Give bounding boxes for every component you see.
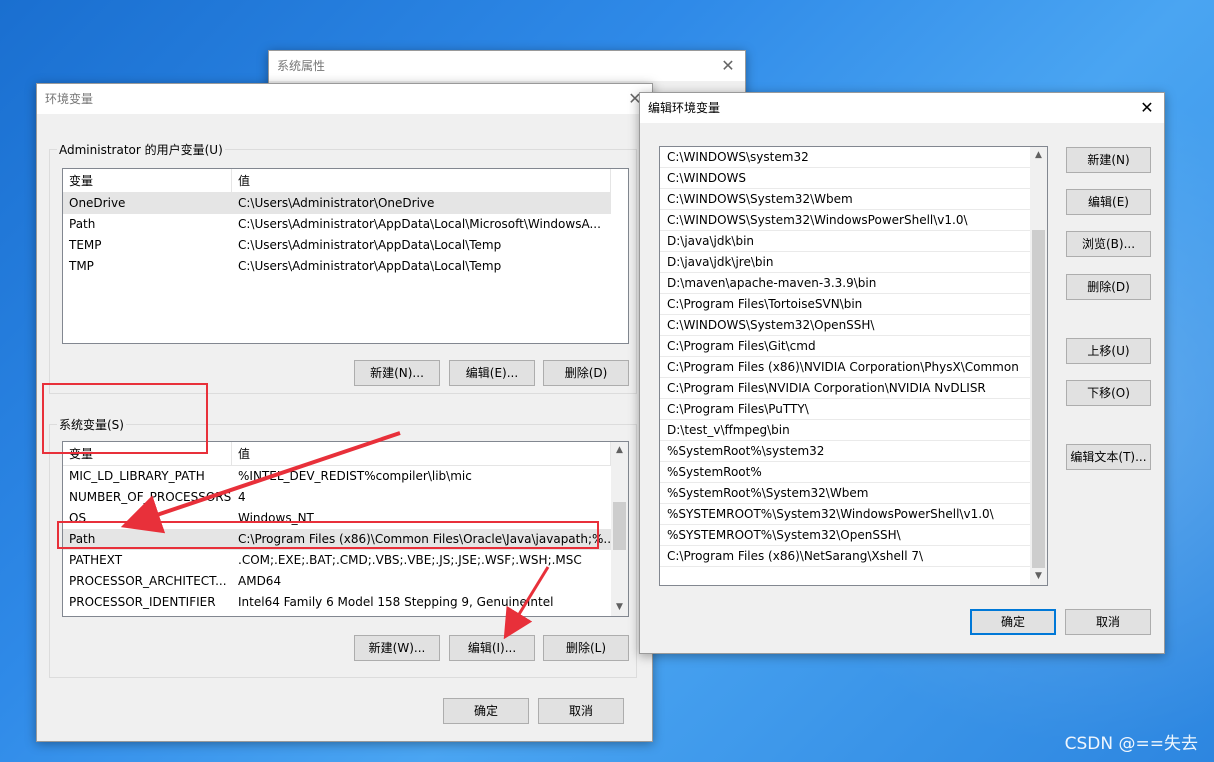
ok-button[interactable]: 确定: [970, 609, 1056, 635]
annotation-highlight-system-vars-label: [42, 383, 208, 454]
list-item[interactable]: %SystemRoot%\system32: [660, 441, 1032, 462]
list-item[interactable]: C:\WINDOWS: [660, 168, 1032, 189]
table-row[interactable]: PROCESSOR_IDENTIFIER Intel64 Family 6 Mo…: [63, 592, 611, 613]
list-item[interactable]: D:\java\jdk\bin: [660, 231, 1032, 252]
list-item[interactable]: D:\maven\apache-maven-3.3.9\bin: [660, 273, 1032, 294]
column-header-value[interactable]: 值: [232, 442, 611, 466]
user-delete-button[interactable]: 删除(D): [543, 360, 629, 386]
scroll-down-icon[interactable]: ▼: [1030, 568, 1047, 585]
cancel-button[interactable]: 取消: [538, 698, 624, 724]
vertical-scrollbar[interactable]: ▲ ▼: [1030, 147, 1047, 585]
list-item[interactable]: D:\java\jdk\jre\bin: [660, 252, 1032, 273]
path-entries-list[interactable]: C:\Program Files (x86)\NetSarang\Xshell …: [659, 146, 1048, 586]
var-name: PROCESSOR_ARCHITECT...: [69, 574, 227, 588]
list-item[interactable]: %SYSTEMROOT%\System32\WindowsPowerShell\…: [660, 504, 1032, 525]
list-item[interactable]: C:\WINDOWS\system32: [660, 147, 1032, 168]
list-header: 变量 值: [63, 169, 611, 193]
var-name: OneDrive: [69, 196, 126, 210]
var-value: .COM;.EXE;.BAT;.CMD;.VBS;.VBE;.JS;.JSE;.…: [238, 553, 582, 567]
delete-button[interactable]: 删除(D): [1066, 274, 1151, 300]
vertical-scrollbar[interactable]: ▲ ▼: [611, 442, 628, 616]
user-new-button[interactable]: 新建(N)...: [354, 360, 440, 386]
edit-text-button[interactable]: 编辑文本(T)...: [1066, 444, 1151, 470]
user-variables-list[interactable]: 变量 值 OneDrive C:\Users\Administrator\One…: [62, 168, 629, 344]
cancel-button[interactable]: 取消: [1065, 609, 1151, 635]
close-icon[interactable]: ✕: [1130, 93, 1164, 123]
var-value: C:\Users\Administrator\AppData\Local\Mic…: [238, 217, 601, 231]
edit-button[interactable]: 编辑(E): [1066, 189, 1151, 215]
browse-button[interactable]: 浏览(B)...: [1066, 231, 1151, 257]
system-delete-button[interactable]: 删除(L): [543, 635, 629, 661]
var-name: PROCESSOR_IDENTIFIER: [69, 595, 216, 609]
list-item[interactable]: C:\WINDOWS\System32\Wbem: [660, 189, 1032, 210]
scroll-down-icon[interactable]: ▼: [611, 599, 628, 616]
var-value: C:\Users\Administrator\AppData\Local\Tem…: [238, 259, 502, 273]
var-value: C:\Users\Administrator\OneDrive: [238, 196, 435, 210]
table-row[interactable]: NUMBER_OF_PROCESSORS 4: [63, 487, 611, 508]
window-title: 编辑环境变量: [640, 93, 1164, 123]
scroll-thumb[interactable]: [1032, 230, 1045, 568]
scroll-up-icon[interactable]: ▲: [611, 442, 628, 459]
scroll-thumb[interactable]: [613, 502, 626, 550]
system-edit-button[interactable]: 编辑(I)...: [449, 635, 535, 661]
var-name: TEMP: [69, 238, 102, 252]
list-item[interactable]: D:\test_v\ffmpeg\bin: [660, 420, 1032, 441]
table-row[interactable]: PROCESSOR_ARCHITECT... AMD64: [63, 571, 611, 592]
watermark: CSDN @==失去: [1064, 734, 1198, 754]
list-item[interactable]: C:\Program Files (x86)\NetSarang\Xshell …: [660, 546, 1032, 567]
list-item[interactable]: %SystemRoot%: [660, 462, 1032, 483]
column-header-variable[interactable]: 变量: [63, 169, 232, 193]
move-up-button[interactable]: 上移(U): [1066, 338, 1151, 364]
user-edit-button[interactable]: 编辑(E)...: [449, 360, 535, 386]
var-name: Path: [69, 217, 96, 231]
var-name: MIC_LD_LIBRARY_PATH: [69, 469, 205, 483]
var-name: TMP: [69, 259, 94, 273]
var-name: PATHEXT: [69, 553, 123, 567]
window-title: 环境变量: [37, 84, 652, 114]
table-row[interactable]: Path C:\Users\Administrator\AppData\Loca…: [63, 214, 611, 235]
list-item[interactable]: C:\Program Files\PuTTY\: [660, 399, 1032, 420]
move-down-button[interactable]: 下移(O): [1066, 380, 1151, 406]
table-row[interactable]: TEMP C:\Users\Administrator\AppData\Loca…: [63, 235, 611, 256]
list-item[interactable]: C:\WINDOWS\System32\WindowsPowerShell\v1…: [660, 210, 1032, 231]
window-title: 系统属性: [269, 51, 745, 81]
list-item[interactable]: C:\Program Files (x86)\NVIDIA Corporatio…: [660, 357, 1032, 378]
table-row[interactable]: OneDrive C:\Users\Administrator\OneDrive: [63, 193, 611, 214]
annotation-highlight-path-row: [57, 521, 599, 549]
close-icon[interactable]: ✕: [711, 51, 745, 81]
edit-environment-variable-window: 编辑环境变量 ✕ C:\Program Files (x86)\NetSaran…: [639, 92, 1165, 654]
new-button[interactable]: 新建(N): [1066, 147, 1151, 173]
list-item[interactable]: %SYSTEMROOT%\System32\OpenSSH\: [660, 525, 1032, 546]
var-value: AMD64: [238, 574, 282, 588]
var-name: NUMBER_OF_PROCESSORS: [69, 490, 232, 504]
var-value: 4: [238, 490, 246, 504]
table-row[interactable]: PATHEXT .COM;.EXE;.BAT;.CMD;.VBS;.VBE;.J…: [63, 550, 611, 571]
table-row[interactable]: TMP C:\Users\Administrator\AppData\Local…: [63, 256, 611, 277]
var-value: C:\Users\Administrator\AppData\Local\Tem…: [238, 238, 502, 252]
scroll-up-icon[interactable]: ▲: [1030, 147, 1047, 164]
list-item[interactable]: %SystemRoot%\System32\Wbem: [660, 483, 1032, 504]
user-variables-label: Administrator 的用户变量(U): [57, 141, 225, 158]
var-value: Intel64 Family 6 Model 158 Stepping 9, G…: [238, 595, 554, 609]
column-header-value[interactable]: 值: [232, 169, 611, 193]
list-item[interactable]: C:\Program Files\TortoiseSVN\bin: [660, 294, 1032, 315]
system-new-button[interactable]: 新建(W)...: [354, 635, 440, 661]
list-item[interactable]: C:\Program Files\NVIDIA Corporation\NVID…: [660, 378, 1032, 399]
list-item[interactable]: C:\Program Files\Git\cmd: [660, 336, 1032, 357]
table-row[interactable]: MIC_LD_LIBRARY_PATH %INTEL_DEV_REDIST%co…: [63, 466, 611, 487]
ok-button[interactable]: 确定: [443, 698, 529, 724]
list-item[interactable]: C:\WINDOWS\System32\OpenSSH\: [660, 315, 1032, 336]
var-value: %INTEL_DEV_REDIST%compiler\lib\mic: [238, 469, 472, 483]
